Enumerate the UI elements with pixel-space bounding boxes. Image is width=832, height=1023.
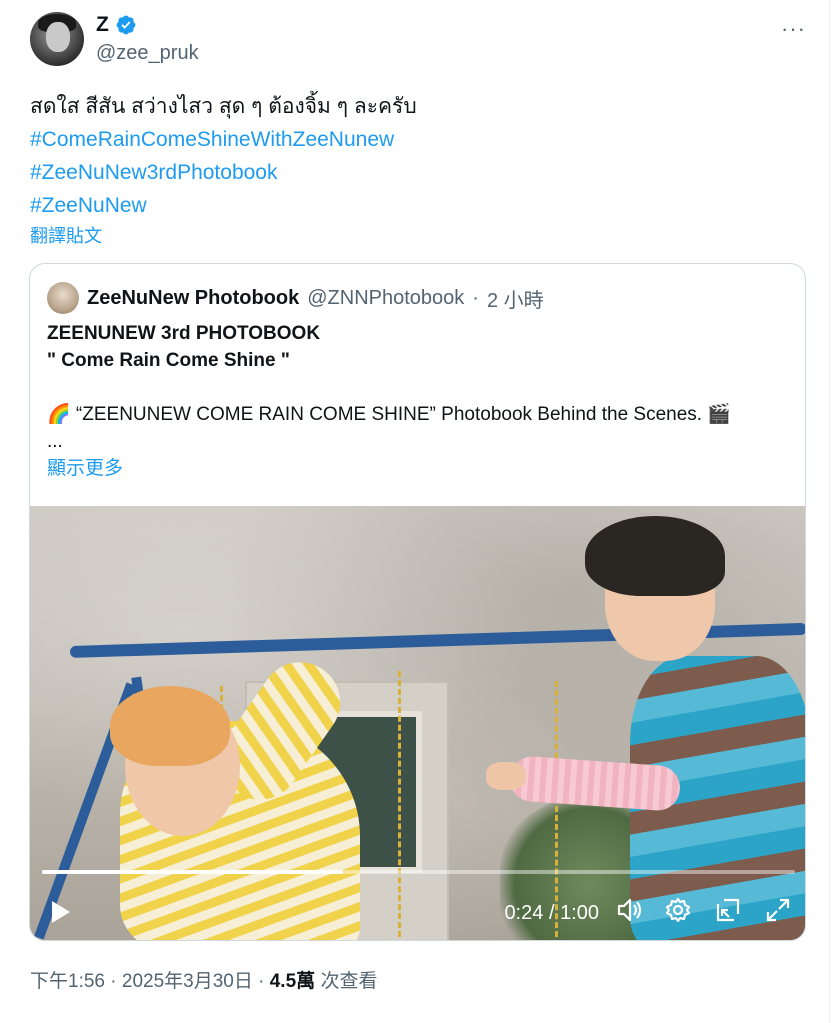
settings-gear-icon[interactable] (664, 896, 692, 924)
tweet-body: สดใส สีสัน สว่างไสว สุด ๆ ต้องจิ้ม ๆ ละค… (30, 95, 417, 118)
duration: 1:00 (560, 902, 599, 924)
video-progress-bar[interactable] (42, 870, 795, 874)
show-more-link[interactable]: 顯示更多 (47, 455, 731, 482)
video-time: 0:24 / 1:00 (504, 902, 599, 925)
views-label: 次查看 (320, 971, 378, 992)
translate-post-link[interactable]: 翻譯貼文 (30, 222, 102, 248)
video-controls: 0:24 / 1:00 (30, 884, 805, 940)
current-time: 0:24 (504, 902, 544, 924)
hashtag-link[interactable]: #ZeeNuNew (30, 189, 417, 222)
post-time[interactable]: 下午1:56 (30, 971, 105, 992)
author-handle[interactable]: @zee_pruk (96, 42, 199, 65)
fullscreen-icon[interactable] (764, 896, 792, 924)
quoted-handle[interactable]: @ZNNPhotobook (307, 287, 464, 310)
hashtag-link[interactable]: #ComeRainComeShineWithZeeNunew (30, 123, 417, 156)
views-count: 4.5萬 (269, 971, 316, 992)
hashtag-link[interactable]: #ZeeNuNew3rdPhotobook (30, 156, 417, 189)
play-icon[interactable] (50, 900, 72, 924)
separator-dot: · (258, 971, 265, 992)
picture-in-picture-icon[interactable] (714, 896, 742, 924)
display-name[interactable]: Z (96, 13, 109, 37)
post-date[interactable]: 2025年3月30日 (122, 971, 253, 992)
verified-badge-icon[interactable] (115, 14, 137, 36)
quoted-tweet-body: ZEENUNEW 3rd PHOTOBOOK " Come Rain Come … (47, 320, 731, 482)
quoted-display-name[interactable]: ZeeNuNew Photobook (87, 287, 299, 310)
column-border (829, 0, 830, 1023)
avatar[interactable] (30, 12, 84, 66)
separator-dot: · (472, 286, 479, 309)
quoted-tweet-card[interactable]: ZeeNuNew Photobook @ZNNPhotobook · 2 小時 … (29, 263, 806, 941)
video-progress-fill (42, 870, 344, 874)
video-player[interactable]: 0:24 / 1:00 (30, 506, 805, 940)
quoted-ellipsis: ... (47, 431, 63, 452)
author-name-row[interactable]: Z (96, 13, 137, 37)
tweet-text: สดใส สีสัน สว่างไสว สุด ๆ ต้องจิ้ม ๆ ละค… (30, 90, 417, 222)
quoted-title-line: ZEENUNEW 3rd PHOTOBOOK (47, 323, 321, 344)
time-separator: / (548, 902, 555, 924)
quoted-body-text: 🌈 “ZEENUNEW COME RAIN COME SHINE” Photob… (47, 404, 732, 425)
separator-dot: · (110, 971, 117, 992)
quoted-subtitle-line: " Come Rain Come Shine " (47, 350, 290, 371)
tweet-meta: 下午1:56 · 2025年3月30日 · 4.5萬 次查看 (30, 966, 377, 993)
quoted-avatar[interactable] (47, 282, 79, 314)
more-options-icon[interactable]: ··· (781, 16, 806, 42)
quoted-tweet-header: ZeeNuNew Photobook @ZNNPhotobook · 2 小時 (47, 282, 544, 314)
quoted-timestamp[interactable]: 2 小時 (487, 284, 544, 313)
volume-icon[interactable] (616, 896, 644, 924)
